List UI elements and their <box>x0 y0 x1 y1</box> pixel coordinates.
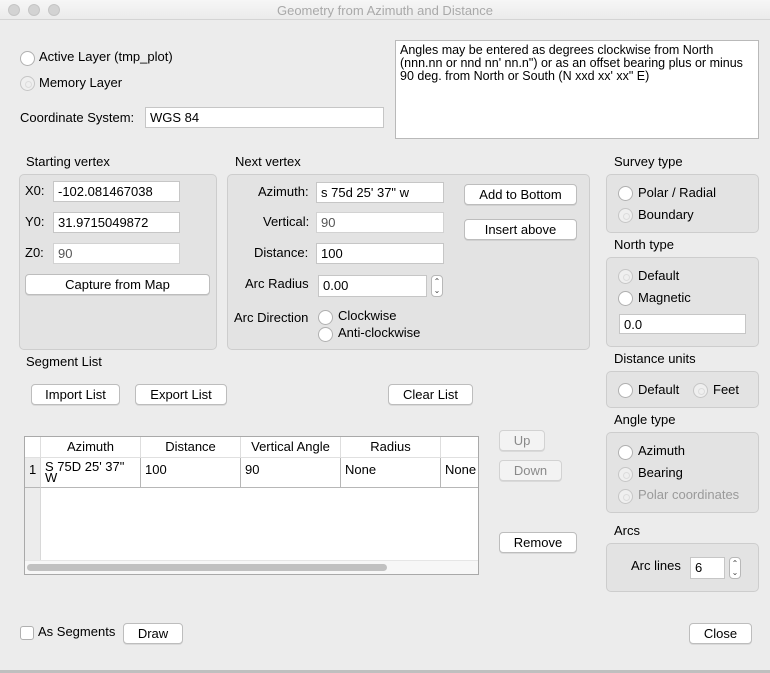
segment-list-title: Segment List <box>26 354 102 369</box>
clear-list-button[interactable]: Clear List <box>388 384 473 405</box>
north-type-title: North type <box>614 237 674 252</box>
angle-hint-text: Angles may be entered as degrees clockwi… <box>395 40 759 139</box>
y0-field[interactable]: 31.9715049872 <box>53 212 180 233</box>
horizontal-scrollbar[interactable] <box>27 564 387 571</box>
table-cell-vertical-angle[interactable]: 90 <box>241 458 341 488</box>
arcs-title: Arcs <box>614 523 640 538</box>
table-cell-direction[interactable]: None <box>441 458 478 488</box>
arc-lines-field[interactable]: 6 <box>690 557 725 579</box>
column-header-distance[interactable]: Distance <box>141 437 241 458</box>
angle-type-title: Angle type <box>614 412 676 427</box>
distance-units-title: Distance units <box>614 351 696 366</box>
magnetic-declination-field[interactable]: 0.0 <box>619 314 746 334</box>
coordinate-system-label: Coordinate System: <box>20 110 135 125</box>
active-layer-radio[interactable] <box>20 51 35 66</box>
distance-label: Distance: <box>254 245 309 260</box>
z0-label: Z0: <box>25 245 44 260</box>
table-header: Azimuth Distance Vertical Angle Radius D… <box>25 437 478 458</box>
arc-lines-label: Arc lines <box>631 558 681 573</box>
clockwise-label: Clockwise <box>338 308 397 323</box>
starting-vertex-title: Starting vertex <box>26 154 110 169</box>
arc-direction-label: Arc Direction <box>234 310 309 325</box>
survey-type-group <box>606 174 759 233</box>
clockwise-radio[interactable] <box>318 310 333 325</box>
column-header-direction[interactable]: Di <box>441 437 478 458</box>
active-layer-label: Active Layer (tmp_plot) <box>39 49 173 64</box>
azimuth-type-label: Azimuth <box>638 443 685 458</box>
next-vertex-title: Next vertex <box>235 154 301 169</box>
table-cell-azimuth[interactable]: S 75D 25' 37" W <box>41 458 141 488</box>
row-index[interactable]: 1 <box>25 458 41 488</box>
boundary-radio[interactable] <box>618 208 633 223</box>
capture-from-map-button[interactable]: Capture from Map <box>25 274 210 295</box>
azimuth-label: Azimuth: <box>258 184 309 199</box>
remove-button[interactable]: Remove <box>499 532 577 553</box>
bearing-radio[interactable] <box>618 467 633 482</box>
polar-radial-radio[interactable] <box>618 186 633 201</box>
survey-type-title: Survey type <box>614 154 683 169</box>
north-default-radio[interactable] <box>618 269 633 284</box>
table-cell-distance[interactable]: 100 <box>141 458 241 488</box>
column-header-vertical-angle[interactable]: Vertical Angle <box>241 437 341 458</box>
polar-coordinates-radio[interactable] <box>618 489 633 504</box>
y0-label: Y0: <box>25 214 45 229</box>
title-bar: Geometry from Azimuth and Distance <box>0 0 770 20</box>
arc-lines-stepper[interactable]: ⌃ ⌄ <box>729 557 741 579</box>
units-feet-radio[interactable] <box>693 383 708 398</box>
column-header-radius[interactable]: Radius <box>341 437 441 458</box>
column-header-azimuth[interactable]: Azimuth <box>41 437 141 458</box>
move-down-button[interactable]: Down <box>499 460 562 481</box>
arc-radius-field[interactable]: 0.00 <box>318 275 427 297</box>
vertical-field[interactable]: 90 <box>316 212 444 233</box>
arc-radius-label: Arc Radius <box>245 276 309 291</box>
north-default-label: Default <box>638 268 680 283</box>
distance-field[interactable]: 100 <box>316 243 444 264</box>
add-to-bottom-button[interactable]: Add to Bottom <box>464 184 577 205</box>
x0-label: X0: <box>25 183 45 198</box>
chevron-down-icon[interactable]: ⌄ <box>432 286 442 295</box>
memory-layer-radio[interactable] <box>20 76 35 91</box>
memory-layer-label: Memory Layer <box>39 75 123 90</box>
polar-coordinates-label: Polar coordinates <box>638 487 740 502</box>
coordinate-system-field[interactable]: WGS 84 <box>145 107 384 128</box>
window-title: Geometry from Azimuth and Distance <box>276 3 494 18</box>
polar-radial-label: Polar / Radial <box>638 185 717 200</box>
magnetic-label: Magnetic <box>638 290 691 305</box>
as-segments-label: As Segments <box>38 624 116 639</box>
table-cell-radius[interactable]: None <box>341 458 441 488</box>
chevron-up-icon[interactable]: ⌃ <box>432 277 442 286</box>
azimuth-field[interactable]: s 75d 25' 37" w <box>316 182 444 203</box>
units-default-label: Default <box>638 382 680 397</box>
export-list-button[interactable]: Export List <box>135 384 227 405</box>
row-header-corner <box>25 437 41 458</box>
vertical-label: Vertical: <box>263 214 310 229</box>
units-default-radio[interactable] <box>618 383 633 398</box>
import-list-button[interactable]: Import List <box>31 384 120 405</box>
anticlockwise-radio[interactable] <box>318 327 333 342</box>
chevron-up-icon[interactable]: ⌃ <box>730 559 740 568</box>
z0-field[interactable]: 90 <box>53 243 180 264</box>
close-button[interactable]: Close <box>689 623 752 644</box>
azimuth-radio[interactable] <box>618 445 633 460</box>
arc-radius-stepper[interactable]: ⌃ ⌄ <box>431 275 443 297</box>
anticlockwise-label: Anti-clockwise <box>338 325 421 340</box>
units-feet-label: Feet <box>713 382 740 397</box>
segment-table[interactable]: Azimuth Distance Vertical Angle Radius D… <box>24 436 479 575</box>
draw-button[interactable]: Draw <box>123 623 183 644</box>
boundary-label: Boundary <box>638 207 694 222</box>
chevron-down-icon[interactable]: ⌄ <box>730 568 740 577</box>
magnetic-radio[interactable] <box>618 291 633 306</box>
x0-field[interactable]: -102.081467038 <box>53 181 180 202</box>
move-up-button[interactable]: Up <box>499 430 545 451</box>
insert-above-button[interactable]: Insert above <box>464 219 577 240</box>
as-segments-checkbox[interactable] <box>20 626 34 640</box>
bearing-label: Bearing <box>638 465 683 480</box>
